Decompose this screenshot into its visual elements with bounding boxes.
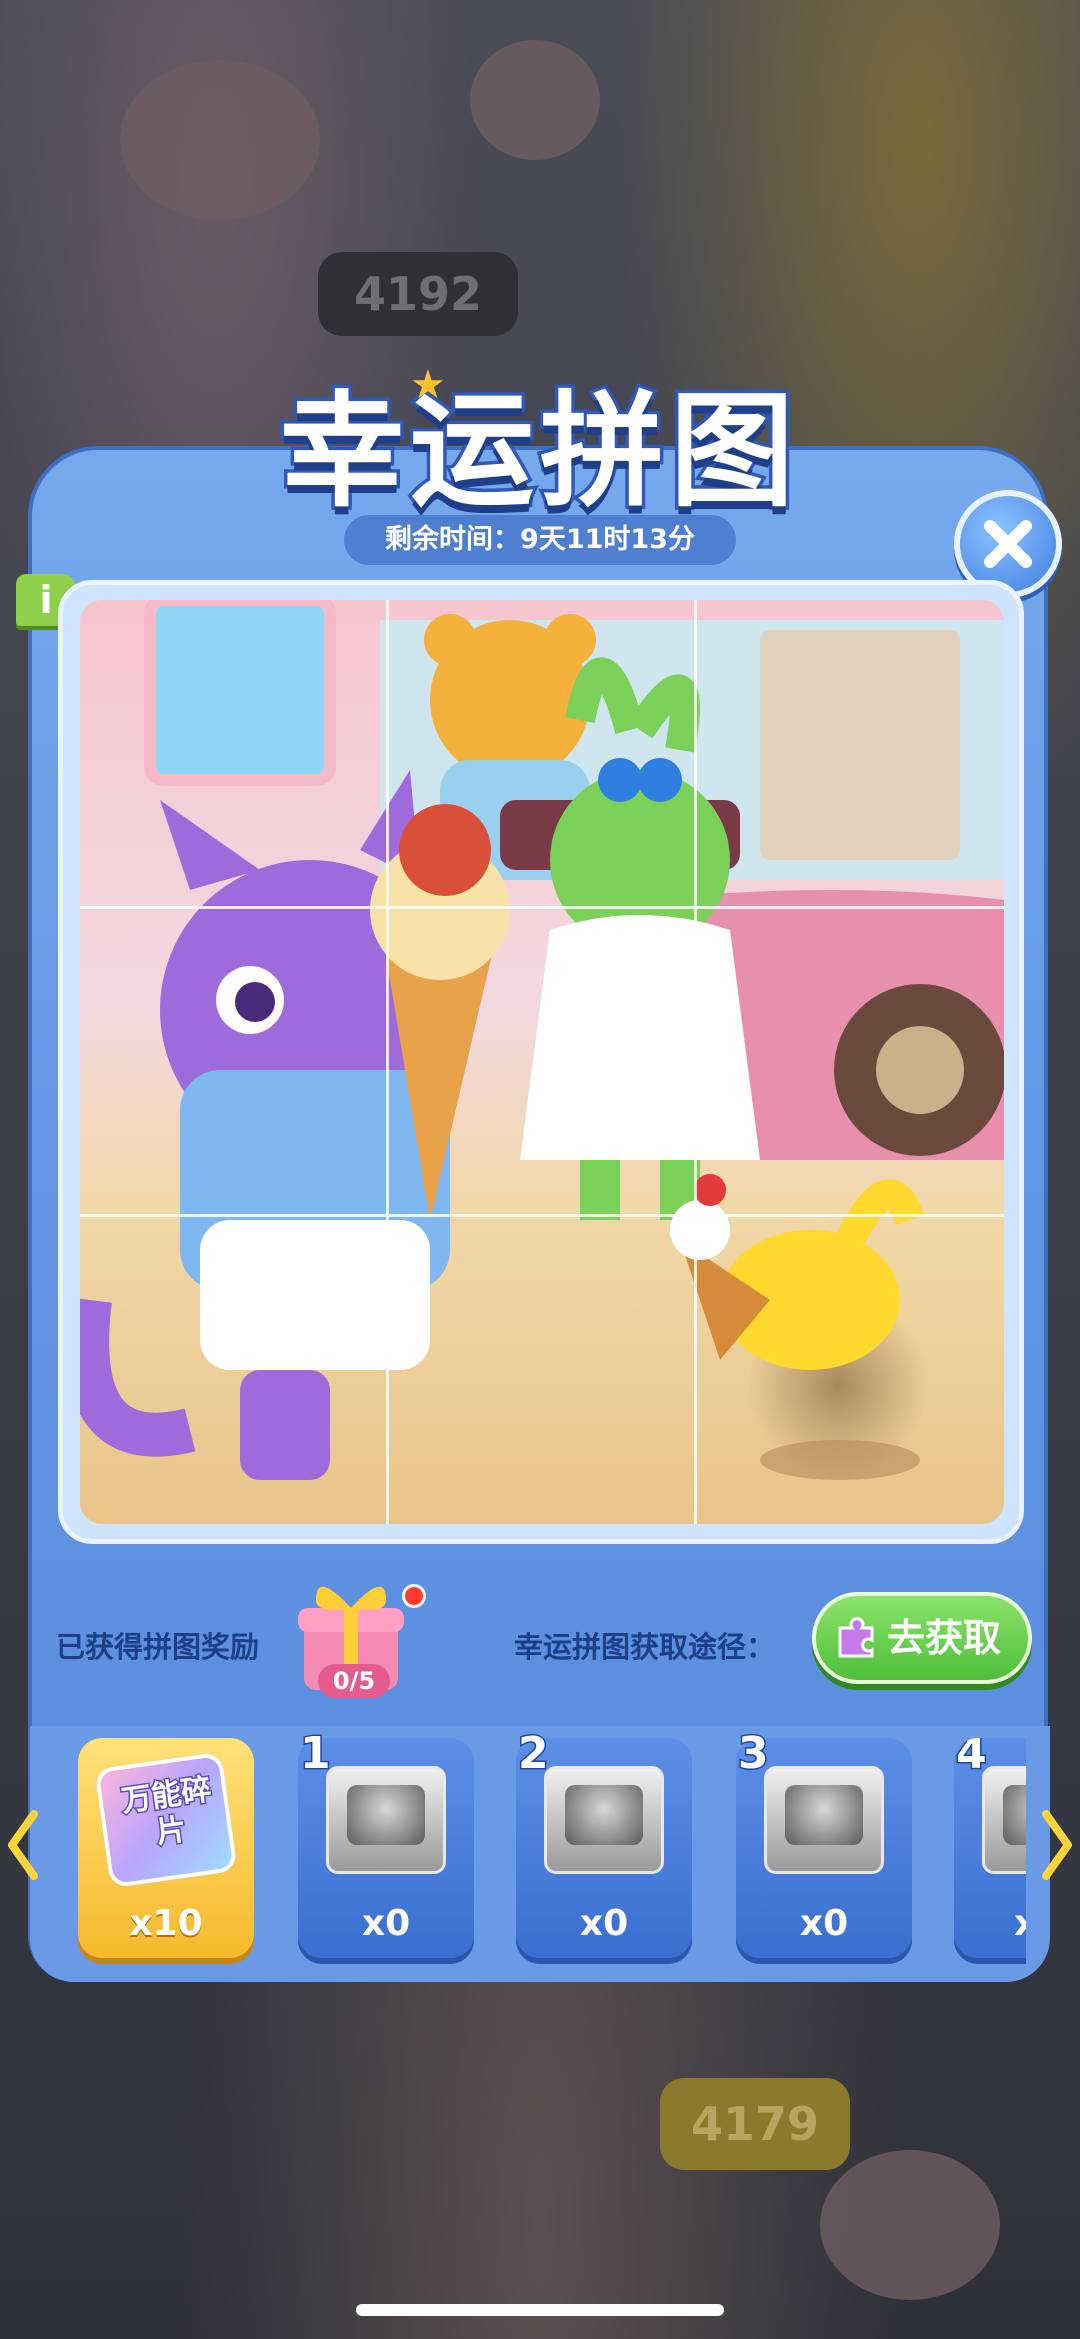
remaining-time: 剩余时间：9天11时13分 [344,515,736,565]
piece-number: 1 [299,1727,333,1781]
puzzle-grid-line [386,600,389,1524]
puzzle-grid-line [80,1214,1004,1217]
puzzle-grid-line [694,600,697,1524]
background-pig [120,60,320,220]
scroll-left-arrow-icon[interactable] [8,1810,38,1880]
rewards-label: 已获得拼图奖励 [56,1630,260,1664]
close-icon [984,520,1032,568]
title-star-icon: ★ [410,362,446,408]
puzzle-image [80,600,1004,1524]
notification-dot [402,1584,426,1608]
background-sign-bottom: 4179 [660,2078,850,2170]
background-pig [820,2150,1000,2300]
go-get-button-label: 去获取 [886,1616,1001,1660]
background-pig [470,40,600,160]
event-title: 幸运拼图 [276,377,800,528]
piece-number: 2 [517,1727,551,1781]
piece-count: x [1014,1903,1026,1944]
home-indicator[interactable] [356,2304,724,2316]
piece-count: x0 [361,1903,411,1944]
ice-cream-scene-illustration [80,600,1004,1480]
puzzle-piece-icon [838,1617,874,1658]
piece-count: x0 [579,1903,629,1944]
puzzle-source-label: 幸运拼图获取途径： [514,1630,776,1664]
puzzle-piece-slot-1[interactable]: 1 x0 [298,1727,474,1958]
piece-number: 3 [737,1727,771,1781]
puzzle-piece-thumbnail [982,1766,1026,1874]
puzzle-piece-slot-4[interactable]: 4 x [954,1738,1026,1958]
wild-piece-label: 万能碎片 [118,1771,215,1853]
go-get-button[interactable]: 去获取 [812,1592,1032,1684]
puzzle-piece-slot-2[interactable]: 2 x0 [516,1727,692,1958]
reward-progress: 0/5 [318,1664,390,1698]
puzzle-piece-thumbnail [764,1766,884,1874]
scroll-right-arrow-icon[interactable] [1042,1810,1072,1880]
puzzle-piece-slot-3[interactable]: 3 x0 [736,1727,912,1958]
wild-piece-slot[interactable]: 万能碎片 x10 [78,1738,254,1958]
puzzle-grid-line [80,906,1004,909]
puzzle-piece-thumbnail [544,1766,664,1874]
puzzle-piece-thumbnail [326,1766,446,1874]
piece-count: x0 [799,1903,849,1944]
background-sign-top: 4192 [318,252,518,336]
wild-piece-count: x10 [129,1903,203,1944]
piece-number: 4 [955,1738,989,1781]
